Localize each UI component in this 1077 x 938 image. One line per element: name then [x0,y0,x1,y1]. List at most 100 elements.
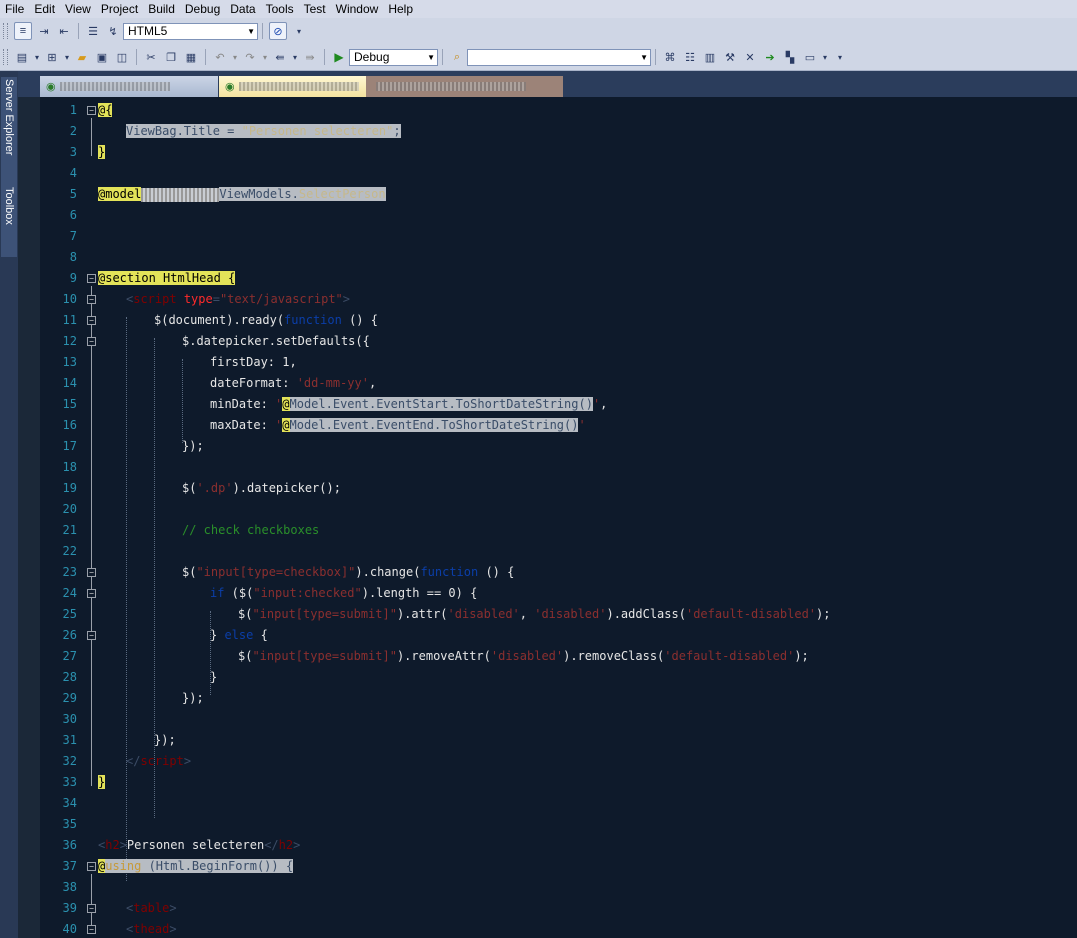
add-item-icon[interactable]: ⊞ [44,49,60,65]
toolbar-overflow-icon[interactable]: ▾ [832,49,848,65]
command-window-icon[interactable]: ▭ [802,49,818,65]
menu-debug[interactable]: Debug [180,0,225,18]
copy-icon[interactable]: ❐ [163,49,179,65]
dropdown-arrow-icon[interactable]: ▾ [262,49,268,65]
collapse-icon[interactable]: − [87,295,96,304]
solution-explorer-icon[interactable]: ⌘ [662,49,678,65]
tools-icon[interactable]: ✕ [742,49,758,65]
document-tab[interactable]: ◉ [40,76,218,97]
line-number: 12 [62,334,77,348]
menu-view[interactable]: View [60,0,96,18]
collapse-icon[interactable]: − [87,106,96,115]
code-line: 32 </script> [40,751,1077,772]
solution-configuration-select[interactable]: Debug ▼ [349,48,438,66]
line-number: 39 [62,901,77,915]
code-token: @ [282,397,290,411]
dropdown-arrow-icon[interactable]: ▾ [34,49,40,65]
menu-data[interactable]: Data [225,0,260,18]
code-token: $(document).ready( [154,313,285,327]
paste-icon[interactable]: ▦ [183,49,199,65]
cut-icon[interactable]: ✂ [143,49,159,65]
new-project-icon[interactable]: ▤ [14,49,30,65]
toolbar-grip[interactable] [3,23,8,39]
dropdown-arrow-icon[interactable]: ▾ [232,49,238,65]
code-line: 5 @model ViewModels.SelectPerson [40,184,1077,205]
navigate-forward-icon[interactable]: ⇛ [302,49,318,65]
dropdown-arrow-icon[interactable]: ▾ [64,49,70,65]
code-token: ).removeAttr( [396,649,491,663]
server-explorer-tab[interactable]: Server Explorer [1,77,17,185]
menu-build[interactable]: Build [143,0,180,18]
toolbar-overflow-icon[interactable]: ▾ [291,23,307,39]
collapse-icon[interactable]: − [87,337,96,346]
menu-edit[interactable]: Edit [29,0,60,18]
document-tab[interactable] [366,76,563,97]
html-source-toolbar: ≡ ⇥ ⇤ ☰ ↯ HTML5 ▼ ⊘ ▾ [0,18,1077,45]
menu-window[interactable]: Window [331,0,384,18]
format-document-icon[interactable]: ≡ [14,22,32,40]
toolbox-label: Toolbox [3,187,15,225]
menu-file[interactable]: File [0,0,29,18]
code-token: 'disabled' [534,607,607,621]
dropdown-arrow-icon[interactable]: ▾ [292,49,298,65]
uncomment-icon[interactable]: ↯ [105,23,121,39]
collapse-icon[interactable]: − [87,568,96,577]
code-token: script [140,754,184,768]
collapse-icon[interactable]: − [87,904,96,913]
code-line: 6 [40,205,1077,226]
collapse-icon[interactable]: − [87,316,96,325]
find-combo[interactable]: ▼ [467,48,651,66]
toolbar-grip[interactable] [3,49,8,65]
code-token: table [133,901,170,915]
menu-test[interactable]: Test [299,0,331,18]
code-line: 12 − $.datepicker.setDefaults({ [40,331,1077,352]
code-token: ).addClass( [606,607,686,621]
validation-icon[interactable]: ⊘ [269,22,287,40]
object-browser-icon[interactable]: ▥ [702,49,718,65]
line-number: 26 [62,628,77,642]
code-token: () { [478,565,515,579]
code-editor[interactable]: 1 − @{ 2 ViewBag.Title = "Personen selec… [40,97,1077,938]
navigate-backward-icon[interactable]: ⇚ [272,49,288,65]
line-number: 36 [62,838,77,852]
dropdown-arrow-icon[interactable]: ▾ [822,49,828,65]
code-token: @ [282,418,290,432]
properties-icon[interactable]: ☷ [682,49,698,65]
standard-toolbar: ▤ ▾ ⊞ ▾ ▰ ▣ ◫ ✂ ❐ ▦ ↶ ▾ ↷ ▾ ⇚ ▾ ⇛ ▶ Debu… [0,44,1077,71]
code-token: </ [264,838,279,852]
save-icon[interactable]: ▣ [94,49,110,65]
document-tab-active[interactable]: ◉ [219,76,366,97]
outdent-icon[interactable]: ⇤ [56,23,72,39]
code-comment: // check checkboxes [182,523,320,537]
redacted-tab-title [238,82,359,91]
indent-icon[interactable]: ⇥ [36,23,52,39]
toolbox-tab[interactable]: Toolbox [1,185,17,257]
save-all-icon[interactable]: ◫ [114,49,130,65]
menu-help[interactable]: Help [383,0,418,18]
code-line: 30 [40,709,1077,730]
collapse-icon[interactable]: − [87,862,96,871]
schema-select-value: HTML5 [128,24,168,38]
open-file-icon[interactable]: ▰ [74,49,90,65]
undo-icon[interactable]: ↶ [212,49,228,65]
collapse-icon[interactable]: − [87,589,96,598]
collapse-icon[interactable]: − [87,925,96,934]
redo-icon[interactable]: ↷ [242,49,258,65]
start-debugging-icon[interactable]: ▶ [331,49,347,65]
code-line: 27 $("input[type=submit]").removeAttr('d… [40,646,1077,667]
comment-icon[interactable]: ☰ [85,23,101,39]
schema-select[interactable]: HTML5 ▼ [123,22,258,40]
start-page-icon[interactable]: ➔ [762,49,778,65]
find-in-files-icon[interactable]: ⌕ [449,49,465,65]
line-number: 35 [62,817,77,831]
collapse-icon[interactable]: − [87,631,96,640]
code-line: 8 [40,247,1077,268]
collapse-icon[interactable]: − [87,274,96,283]
menu-project[interactable]: Project [96,0,143,18]
code-token: > [119,838,127,852]
toolbox-icon[interactable]: ⚒ [722,49,738,65]
code-line: 33 } [40,772,1077,793]
menu-tools[interactable]: Tools [261,0,299,18]
extension-manager-icon[interactable]: ▚ [782,49,798,65]
code-token: 'default-disabled' [685,607,817,621]
